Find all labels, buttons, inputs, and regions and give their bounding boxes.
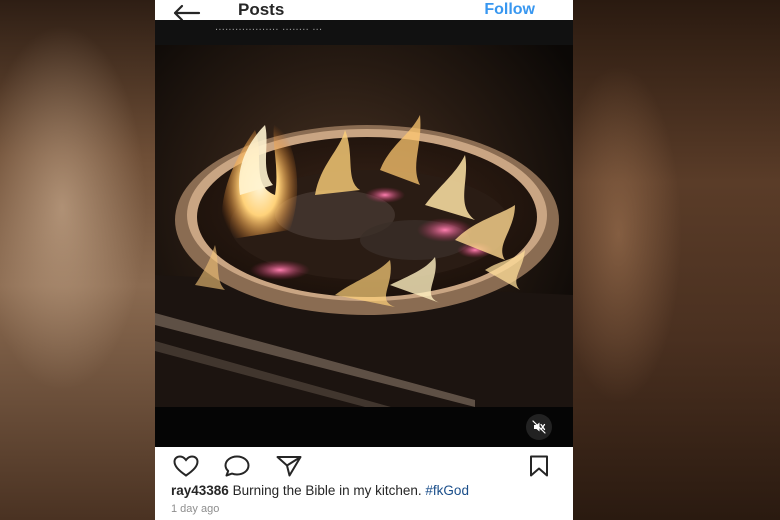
caption-hashtag[interactable]: #fkGod	[425, 483, 469, 498]
speaker-muted-icon	[532, 420, 546, 434]
page-title: Posts	[238, 0, 285, 19]
follow-button[interactable]: Follow	[484, 0, 535, 20]
bookmark-icon[interactable]	[527, 454, 551, 478]
caption-text: Burning the Bible in my kitchen.	[228, 483, 426, 498]
post-video[interactable]	[155, 45, 573, 447]
instagram-post-screen: Posts Follow ................... .......…	[155, 0, 573, 520]
caption-username[interactable]: ray43386	[171, 483, 229, 498]
background-right	[573, 0, 780, 520]
post-timestamp: 1 day ago	[171, 503, 220, 515]
paper-plane-icon[interactable]	[275, 454, 303, 478]
mute-button[interactable]	[526, 414, 552, 440]
post-caption: ray43386 Burning the Bible in my kitchen…	[171, 482, 469, 500]
post-username-partial[interactable]: ................... ........ ...	[215, 21, 322, 33]
background-left	[0, 0, 155, 520]
post-header-strip: ................... ........ ...	[155, 20, 573, 45]
comment-bubble-icon[interactable]	[223, 454, 251, 478]
fire-bowl-image	[155, 45, 573, 447]
post-actions	[155, 450, 573, 480]
heart-icon[interactable]	[172, 454, 200, 478]
